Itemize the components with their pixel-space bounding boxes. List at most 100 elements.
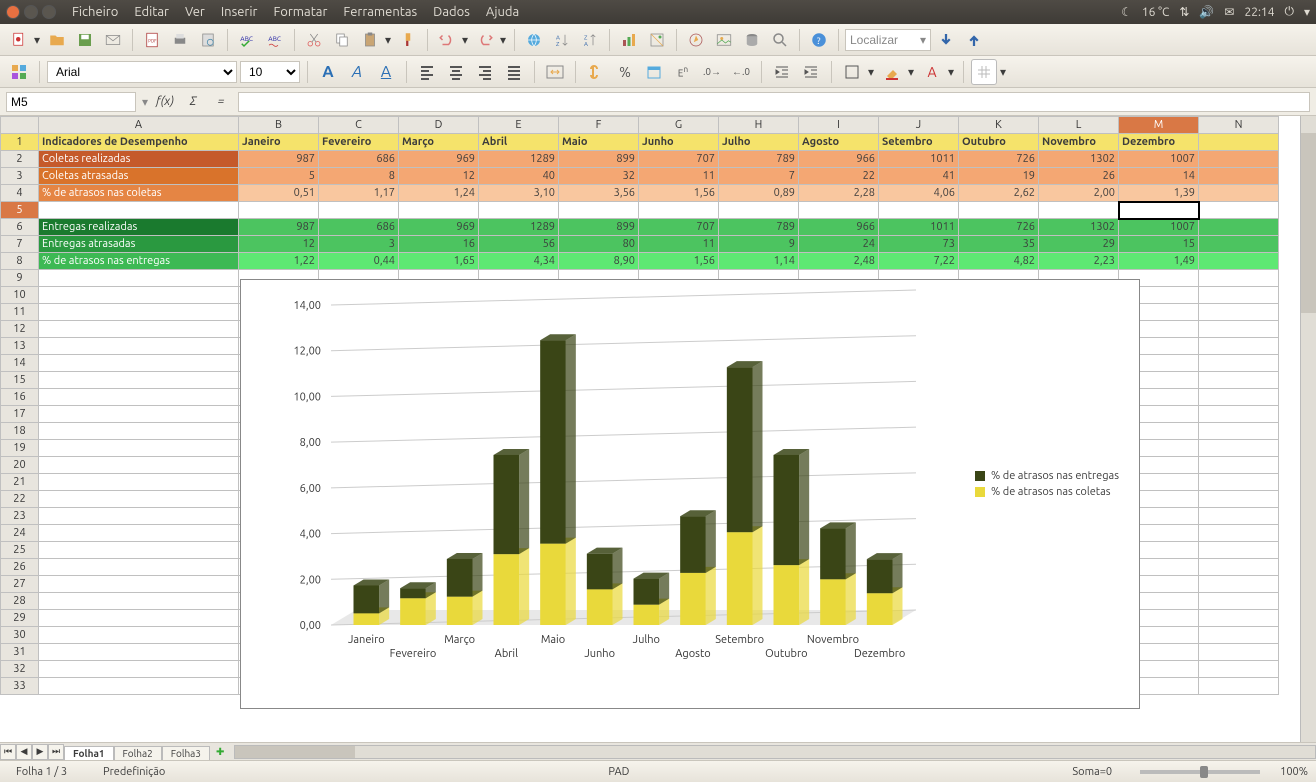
dropdown-icon[interactable]: ▾ xyxy=(34,33,42,47)
hyperlink-button[interactable] xyxy=(521,27,547,53)
navigator-button[interactable] xyxy=(683,27,709,53)
increase-indent-button[interactable] xyxy=(798,59,824,85)
row-header-2[interactable]: 2 xyxy=(1,151,39,168)
cell-L5[interactable] xyxy=(1039,202,1119,219)
menu-dados[interactable]: Dados xyxy=(425,5,478,19)
align-left-button[interactable] xyxy=(414,59,440,85)
cell-N25[interactable] xyxy=(1199,542,1279,559)
row-header-12[interactable]: 12 xyxy=(1,321,39,338)
show-draw-functions-button[interactable] xyxy=(644,27,670,53)
cell-D6[interactable]: 969 xyxy=(399,219,479,236)
cell-E5[interactable] xyxy=(479,202,559,219)
cell-H4[interactable]: 0,89 xyxy=(719,185,799,202)
cell-K4[interactable]: 2,62 xyxy=(959,185,1039,202)
auto-spellcheck-button[interactable]: ABC xyxy=(262,27,288,53)
cell-N1[interactable] xyxy=(1199,134,1279,151)
cell-N13[interactable] xyxy=(1199,338,1279,355)
cell-A14[interactable] xyxy=(39,355,239,372)
row-header-4[interactable]: 4 xyxy=(1,185,39,202)
percent-button[interactable]: % xyxy=(612,59,638,85)
redo-button[interactable] xyxy=(472,27,498,53)
cell-reference-input[interactable] xyxy=(6,92,136,112)
cell-I5[interactable] xyxy=(799,202,879,219)
row-header-6[interactable]: 6 xyxy=(1,219,39,236)
cell-F3[interactable]: 32 xyxy=(559,168,639,185)
row-header-21[interactable]: 21 xyxy=(1,474,39,491)
cell-F7[interactable]: 80 xyxy=(559,236,639,253)
cell-M4[interactable]: 1,39 xyxy=(1119,185,1199,202)
format-paintbrush-button[interactable] xyxy=(395,27,421,53)
cell-N31[interactable] xyxy=(1199,644,1279,661)
cell-N12[interactable] xyxy=(1199,321,1279,338)
cell-F2[interactable]: 899 xyxy=(559,151,639,168)
cell-E8[interactable]: 4,34 xyxy=(479,253,559,270)
cell-A29[interactable] xyxy=(39,610,239,627)
chart-button[interactable] xyxy=(616,27,642,53)
row-header-24[interactable]: 24 xyxy=(1,525,39,542)
cell-H3[interactable]: 7 xyxy=(719,168,799,185)
row-header-33[interactable]: 33 xyxy=(1,678,39,695)
col-header-K[interactable]: K xyxy=(959,117,1039,134)
user-menu-icon[interactable]: ▾ xyxy=(1304,5,1310,19)
row-header-14[interactable]: 14 xyxy=(1,355,39,372)
cell-N22[interactable] xyxy=(1199,491,1279,508)
cell-B5[interactable] xyxy=(239,202,319,219)
spellcheck-button[interactable]: ABC xyxy=(234,27,260,53)
dropdown-icon[interactable]: ▾ xyxy=(385,33,393,47)
tab-first-button[interactable]: ⏮ xyxy=(0,744,16,760)
find-prev-button[interactable] xyxy=(961,27,987,53)
pdf-export-button[interactable]: PDF xyxy=(139,27,165,53)
font-name-select[interactable]: Arial xyxy=(47,61,237,83)
cell-E3[interactable]: 40 xyxy=(479,168,559,185)
cell-A1[interactable]: Indicadores de Desempenho xyxy=(39,134,239,151)
cell-K5[interactable] xyxy=(959,202,1039,219)
date-format-button[interactable] xyxy=(641,59,667,85)
col-header-E[interactable]: E xyxy=(479,117,559,134)
dropdown-icon[interactable]: ▾ xyxy=(142,95,148,109)
cell-L6[interactable]: 1302 xyxy=(1039,219,1119,236)
cell-A6[interactable]: Entregas realizadas xyxy=(39,219,239,236)
row-header-32[interactable]: 32 xyxy=(1,661,39,678)
cell-N5[interactable] xyxy=(1199,202,1279,219)
cell-A25[interactable] xyxy=(39,542,239,559)
cell-J3[interactable]: 41 xyxy=(879,168,959,185)
cell-B6[interactable]: 987 xyxy=(239,219,319,236)
cell-K3[interactable]: 19 xyxy=(959,168,1039,185)
row-header-17[interactable]: 17 xyxy=(1,406,39,423)
cell-N16[interactable] xyxy=(1199,389,1279,406)
cell-A11[interactable] xyxy=(39,304,239,321)
cell-A5[interactable] xyxy=(39,202,239,219)
find-next-button[interactable] xyxy=(933,27,959,53)
cell-D3[interactable]: 12 xyxy=(399,168,479,185)
cell-H8[interactable]: 1,14 xyxy=(719,253,799,270)
cell-N10[interactable] xyxy=(1199,287,1279,304)
cell-C5[interactable] xyxy=(319,202,399,219)
cell-H5[interactable] xyxy=(719,202,799,219)
cell-N30[interactable] xyxy=(1199,627,1279,644)
cell-I6[interactable]: 966 xyxy=(799,219,879,236)
cell-F6[interactable]: 899 xyxy=(559,219,639,236)
grid-lines-button[interactable] xyxy=(971,59,997,85)
email-button[interactable] xyxy=(100,27,126,53)
cell-L8[interactable]: 2,23 xyxy=(1039,253,1119,270)
menu-inserir[interactable]: Inserir xyxy=(213,5,266,19)
cell-L3[interactable]: 26 xyxy=(1039,168,1119,185)
col-header-A[interactable]: A xyxy=(39,117,239,134)
equals-button[interactable]: = xyxy=(210,92,232,112)
cell-A10[interactable] xyxy=(39,287,239,304)
cut-button[interactable] xyxy=(301,27,327,53)
cell-J4[interactable]: 4,06 xyxy=(879,185,959,202)
col-header-C[interactable]: C xyxy=(319,117,399,134)
col-header-G[interactable]: G xyxy=(639,117,719,134)
cell-G1[interactable]: Junho xyxy=(639,134,719,151)
vertical-scrollbar[interactable] xyxy=(1300,116,1316,742)
cell-K1[interactable]: Outubro xyxy=(959,134,1039,151)
cell-H6[interactable]: 789 xyxy=(719,219,799,236)
cell-D4[interactable]: 1,24 xyxy=(399,185,479,202)
row-header-26[interactable]: 26 xyxy=(1,559,39,576)
col-header-F[interactable]: F xyxy=(559,117,639,134)
cell-G2[interactable]: 707 xyxy=(639,151,719,168)
row-header-29[interactable]: 29 xyxy=(1,610,39,627)
currency-button[interactable] xyxy=(583,59,609,85)
cell-A31[interactable] xyxy=(39,644,239,661)
